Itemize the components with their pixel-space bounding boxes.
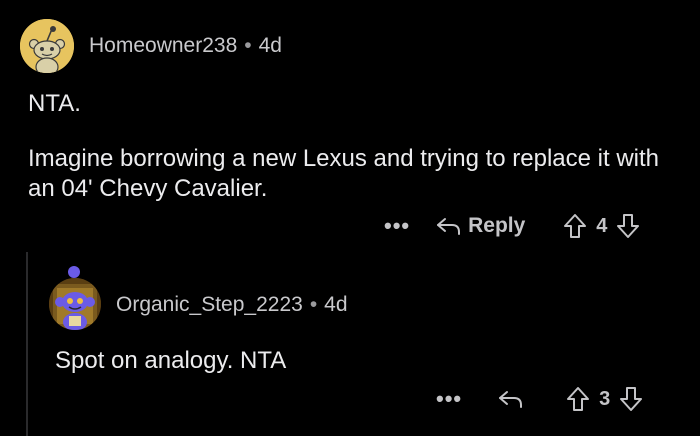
comment-age: 4d [324,293,348,316]
avatar[interactable] [20,19,74,73]
author-name[interactable]: Homeowner238 [89,34,237,57]
vote-score: 3 [599,387,611,410]
vote-control: 3 [566,386,643,412]
reply-button[interactable] [498,389,530,409]
reply-arrow-icon [437,218,461,235]
upvote-icon[interactable] [566,386,590,412]
downvote-icon[interactable] [619,386,643,412]
more-options-button[interactable]: ••• [436,388,462,410]
comment-meta: Organic_Step_2223 • 4d [116,292,348,318]
reply-button[interactable]: Reply [436,214,525,238]
comment-age: 4d [258,34,282,57]
comment-paragraph: NTA. [28,90,81,117]
vote-control: 4 [563,213,640,239]
more-options-button[interactable]: ••• [384,215,410,237]
vote-score: 4 [596,214,608,237]
author-name[interactable]: Organic_Step_2223 [116,293,303,316]
comment-actions: ••• Reply 4 [384,211,640,241]
meta-separator: • [244,34,252,57]
comment-paragraph: Spot on analogy. NTA [55,347,287,374]
reply-label: Reply [468,214,526,237]
thread-line[interactable] [26,252,28,436]
meta-separator: • [309,293,318,316]
downvote-icon[interactable] [616,213,640,239]
comment-paragraph: Imagine borrowing a new Lexus and trying… [28,145,660,202]
reply-arrow-icon [499,391,523,408]
comment-meta: Homeowner238 • 4d [89,33,282,59]
comment-actions: ••• 3 [436,384,643,414]
avatar[interactable] [49,278,101,330]
snoo-avatar-icon [49,278,101,330]
upvote-icon[interactable] [563,213,587,239]
snoo-avatar-icon [20,19,74,73]
